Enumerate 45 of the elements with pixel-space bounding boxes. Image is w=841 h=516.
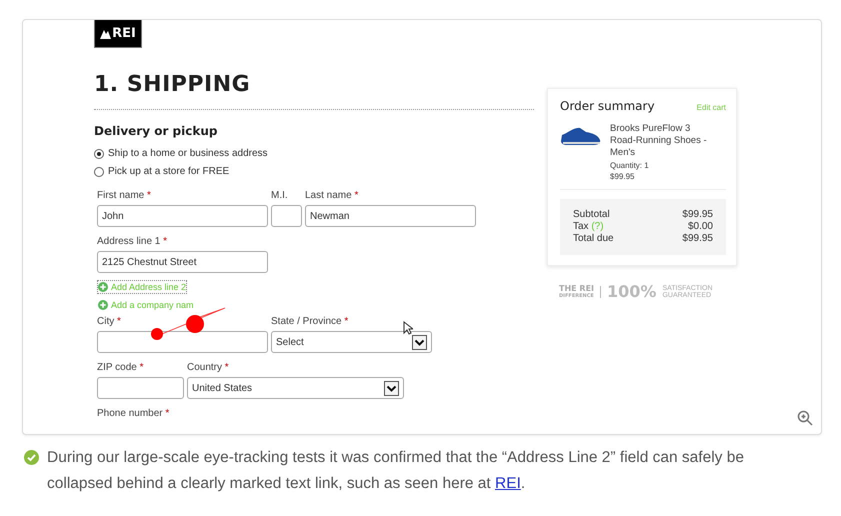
- logo[interactable]: REI: [94, 20, 142, 48]
- select-dropdown[interactable]: United States: [187, 377, 404, 399]
- summary-title: Order summary: [560, 99, 655, 113]
- radio-label[interactable]: Ship to a home or business address: [108, 148, 268, 159]
- text-field[interactable]: Newman: [305, 205, 476, 227]
- page-heading: 1. SHIPPING: [94, 72, 252, 97]
- product-quantity: Quantity: 1: [610, 161, 650, 170]
- field-label: Phone number *: [97, 408, 170, 420]
- plus-circle-icon: [98, 300, 108, 310]
- field-label: City *: [97, 316, 121, 328]
- total-value: $99.95: [682, 209, 713, 221]
- mountain-icon: [100, 28, 112, 39]
- chevron-down-icon: [384, 380, 399, 396]
- radio-label[interactable]: Pick up at a store for FREE: [108, 166, 230, 177]
- total-label: Subtotal: [573, 209, 610, 221]
- section-title: Delivery or pickup: [94, 124, 218, 138]
- field-label: First name *: [97, 190, 151, 202]
- radio-button[interactable]: [94, 166, 104, 176]
- plus-circle-icon: [98, 282, 108, 292]
- field-label: ZIP code *: [97, 362, 144, 374]
- guarantee-percent: 100%: [607, 282, 656, 301]
- mouse-cursor-icon: [403, 321, 413, 335]
- rei-link[interactable]: REI: [495, 475, 521, 492]
- field-label: State / Province *: [271, 316, 348, 328]
- field-label: Last name *: [305, 190, 358, 202]
- text-field[interactable]: John: [97, 205, 268, 227]
- total-value: $99.95: [682, 233, 713, 245]
- product-name: Brooks PureFlow 3 Road-Running Shoes - Men's: [610, 123, 708, 159]
- total-label: Total due: [573, 233, 614, 245]
- total-value: $0.00: [688, 221, 713, 233]
- field-label: Country *: [187, 362, 229, 374]
- chevron-down-icon: [412, 334, 427, 350]
- product-price: $99.95: [610, 172, 636, 181]
- text-field[interactable]: [97, 331, 268, 353]
- zoom-in-icon[interactable]: [797, 410, 813, 426]
- total-label: Tax (?): [573, 221, 604, 233]
- field-label: M.I.: [271, 190, 288, 202]
- radio-button[interactable]: [94, 148, 104, 158]
- field-label: Address line 1 *: [97, 236, 168, 248]
- caption-paragraph: During our large-scale eye-tracking tests it was confirmed that the “Address Line 2” field can safely be collapsed behind a clearly marked text link, such as seen here at REI.: [47, 448, 745, 494]
- text-field[interactable]: [271, 205, 302, 227]
- text-field[interactable]: 2125 Chestnut Street: [97, 251, 268, 273]
- text-field[interactable]: [97, 377, 184, 399]
- check-circle-icon: [24, 450, 39, 465]
- select-dropdown[interactable]: Select: [271, 331, 432, 353]
